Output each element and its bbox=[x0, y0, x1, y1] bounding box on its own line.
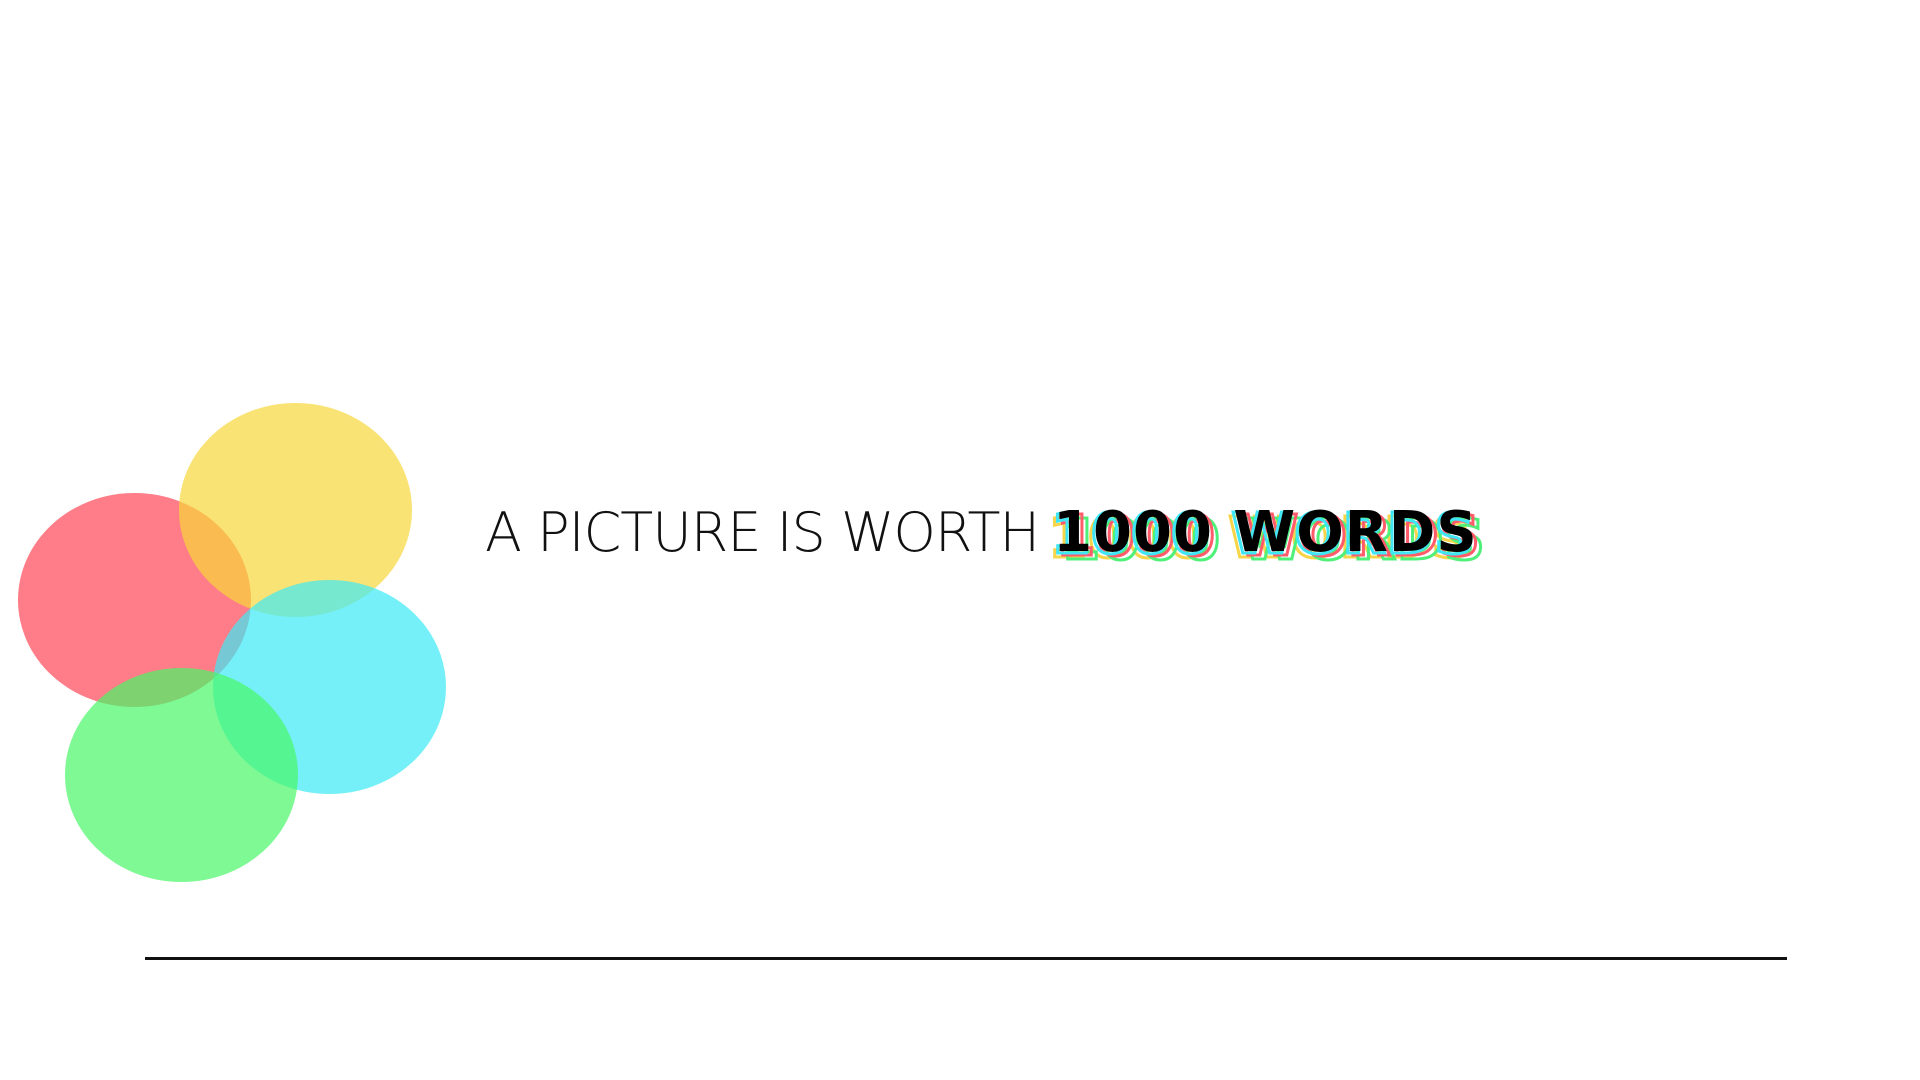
slide: A PICTURE IS WORTH 1000 WORDS 1000 WORDS… bbox=[0, 0, 1920, 1080]
headline-accent: 1000 WORDS 1000 WORDS 1000 WORDS 1000 WO… bbox=[1047, 498, 1487, 575]
accent-text: 1000 WORDS bbox=[1053, 500, 1478, 565]
divider-line bbox=[145, 957, 1787, 960]
green-circle bbox=[65, 668, 298, 882]
headline: A PICTURE IS WORTH 1000 WORDS 1000 WORDS… bbox=[485, 498, 1487, 575]
headline-lead: A PICTURE IS WORTH bbox=[485, 501, 1040, 564]
